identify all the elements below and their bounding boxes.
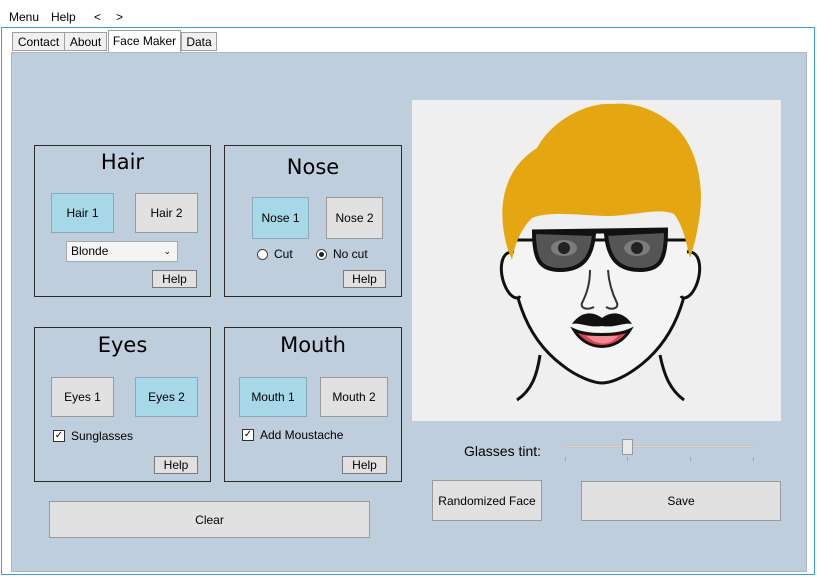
slider-tick — [565, 457, 566, 461]
clear-button[interactable]: Clear — [49, 501, 370, 538]
save-button[interactable]: Save — [581, 481, 781, 521]
slider-tick — [753, 457, 754, 461]
eyes-help-button[interactable]: Help — [154, 456, 198, 474]
face-illustration — [499, 103, 702, 402]
mouth-2-button[interactable]: Mouth 2 — [320, 377, 388, 417]
tab-data[interactable]: Data — [181, 32, 217, 51]
slider-tick — [627, 457, 628, 461]
nose-2-button[interactable]: Nose 2 — [326, 197, 383, 239]
radio-icon — [257, 248, 268, 260]
menu-item-menu[interactable]: Menu — [9, 10, 39, 24]
radio-selected-icon — [316, 248, 327, 260]
hair-group: Hair Hair 1 Hair 2 Blonde ⌄ Help — [34, 145, 211, 297]
hair-1-button[interactable]: Hair 1 — [51, 193, 114, 233]
glasses-tint-slider-track[interactable] — [565, 445, 754, 448]
nose-cut-label: Cut — [274, 247, 293, 261]
forward-nav-button[interactable]: > — [116, 10, 123, 24]
face-preview — [412, 100, 781, 421]
nose-1-button[interactable]: Nose 1 — [252, 197, 309, 239]
chevron-down-icon: ⌄ — [163, 246, 171, 256]
hair-title: Hair — [100, 150, 145, 174]
tab-about[interactable]: About — [64, 32, 107, 51]
checkmark-icon: ✓ — [53, 430, 65, 442]
nose-title: Nose — [286, 155, 340, 179]
hair-color-select[interactable]: Blonde ⌄ — [66, 241, 178, 262]
mouth-title: Mouth — [280, 333, 346, 357]
moustache-checkbox[interactable]: ✓ Add Moustache — [242, 428, 343, 442]
mouth-group: Mouth Mouth 1 Mouth 2 ✓ Add Moustache He… — [224, 327, 402, 482]
eyes-1-button[interactable]: Eyes 1 — [51, 377, 114, 417]
moustache-label: Add Moustache — [260, 428, 344, 442]
nose-cut-radio[interactable]: Cut — [257, 247, 293, 261]
sunglasses-checkbox[interactable]: ✓ Sunglasses — [53, 429, 133, 443]
menu-bar: Menu Help < > — [0, 4, 817, 26]
eyes-title: Eyes — [97, 333, 148, 357]
back-nav-button[interactable]: < — [94, 10, 101, 24]
nose-nocut-label: No cut — [333, 247, 368, 261]
glasses-tint-slider-thumb[interactable] — [622, 439, 633, 455]
nose-group: Nose Nose 1 Nose 2 Cut No cut Help — [224, 145, 402, 297]
hair-color-value: Blonde — [71, 244, 109, 258]
glasses-tint-label: Glasses tint: — [464, 443, 542, 459]
menu-item-help[interactable]: Help — [51, 10, 76, 24]
slider-tick — [690, 457, 691, 461]
hair-2-button[interactable]: Hair 2 — [135, 193, 198, 233]
mouth-1-button[interactable]: Mouth 1 — [239, 377, 307, 417]
nose-help-button[interactable]: Help — [343, 270, 386, 288]
tab-face-maker[interactable]: Face Maker — [108, 30, 181, 52]
randomized-face-button[interactable]: Randomized Face — [432, 480, 542, 521]
mouth-help-button[interactable]: Help — [342, 456, 387, 474]
nose-nocut-radio[interactable]: No cut — [316, 247, 368, 261]
eyes-2-button[interactable]: Eyes 2 — [135, 377, 198, 417]
sunglasses-label: Sunglasses — [71, 429, 134, 443]
eyes-group: Eyes Eyes 1 Eyes 2 ✓ Sunglasses Help — [34, 327, 211, 482]
hair-help-button[interactable]: Help — [152, 270, 197, 288]
checkmark-icon: ✓ — [242, 429, 254, 441]
tab-contact[interactable]: Contact — [12, 32, 65, 51]
